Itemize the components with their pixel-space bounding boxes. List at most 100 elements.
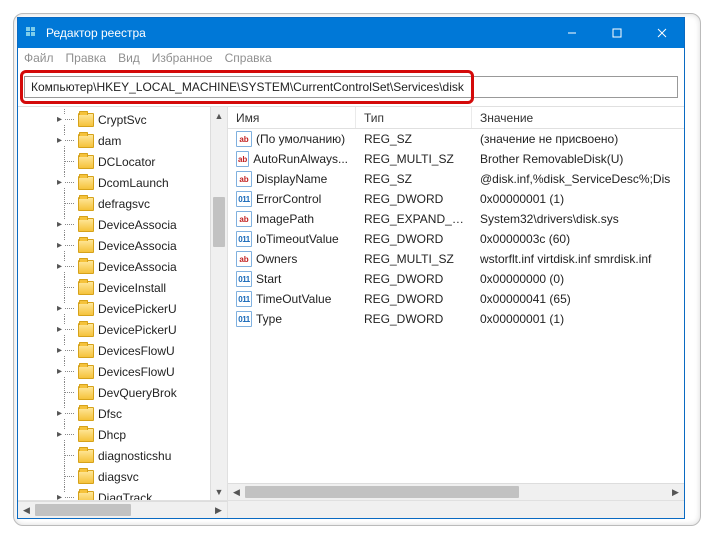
- value-row[interactable]: abAutoRunAlways...REG_MULTI_SZBrother Re…: [228, 149, 684, 169]
- value-type: REG_MULTI_SZ: [356, 152, 472, 166]
- column-data[interactable]: Значение: [472, 107, 714, 128]
- tree-vertical-scrollbar[interactable]: ▲ ▼: [210, 107, 227, 500]
- minimize-button[interactable]: [549, 18, 594, 48]
- value-row[interactable]: abDisplayNameREG_SZ@disk.inf,%disk_Servi…: [228, 169, 684, 189]
- menu-file[interactable]: Файл: [24, 51, 54, 65]
- tree-item[interactable]: ▸DevicePickerU: [26, 319, 210, 340]
- string-value-icon: ab: [236, 151, 249, 167]
- scroll-thumb[interactable]: [213, 197, 225, 247]
- chevron-right-icon[interactable]: ▸: [54, 492, 65, 500]
- value-type: REG_EXPAND_SZ: [356, 212, 472, 226]
- value-data: 0x0000003c (60): [472, 232, 684, 246]
- chevron-right-icon[interactable]: ▸: [54, 114, 65, 125]
- tree-item[interactable]: ▸DevicesFlowU: [26, 361, 210, 382]
- chevron-right-icon[interactable]: ▸: [54, 135, 65, 146]
- maximize-button[interactable]: [594, 18, 639, 48]
- value-row[interactable]: 011TimeOutValueREG_DWORD0x00000041 (65): [228, 289, 684, 309]
- tree-item[interactable]: ▸dam: [26, 130, 210, 151]
- value-row[interactable]: abImagePathREG_EXPAND_SZSystem32\drivers…: [228, 209, 684, 229]
- menu-edit[interactable]: Правка: [66, 51, 107, 65]
- tree-item-label: DevicesFlowU: [98, 344, 175, 358]
- chevron-right-icon[interactable]: ▸: [54, 177, 65, 188]
- scroll-left-icon[interactable]: ◀: [228, 484, 245, 500]
- values-header: Имя Тип Значение: [228, 107, 684, 129]
- value-type: REG_DWORD: [356, 272, 472, 286]
- value-name: DisplayName: [256, 172, 327, 186]
- tree-item[interactable]: ▸DiagTrack: [26, 487, 210, 500]
- value-row[interactable]: 011ErrorControlREG_DWORD0x00000001 (1): [228, 189, 684, 209]
- folder-icon: [78, 218, 94, 232]
- chevron-right-icon[interactable]: ▸: [54, 324, 65, 335]
- tree-view[interactable]: ▸ CryptSvc ▸damDCLocator▸DcomLaunchdefrags…: [18, 107, 210, 500]
- chevron-right-icon[interactable]: ▸: [54, 240, 65, 251]
- scroll-thumb[interactable]: [245, 486, 519, 498]
- chevron-right-icon[interactable]: ▸: [54, 303, 65, 314]
- titlebar[interactable]: Редактор реестра: [18, 18, 684, 48]
- scroll-right-icon[interactable]: ▶: [667, 484, 684, 500]
- chevron-right-icon[interactable]: ▸: [54, 261, 65, 272]
- main-area: ▸ CryptSvc ▸damDCLocator▸DcomLaunchdefrags…: [18, 106, 684, 500]
- tree-item[interactable]: ▸Dhcp: [26, 424, 210, 445]
- values-horizontal-scrollbar[interactable]: ◀ ▶: [228, 483, 684, 500]
- tree-item[interactable]: DeviceInstall: [26, 277, 210, 298]
- chevron-right-icon[interactable]: ▸: [54, 219, 65, 230]
- tree-item-label: CryptSvc: [98, 113, 147, 127]
- chevron-right-icon[interactable]: ▸: [54, 366, 65, 377]
- chevron-right-icon[interactable]: ▸: [54, 408, 65, 419]
- scroll-left-icon[interactable]: ◀: [18, 502, 35, 518]
- tree-item[interactable]: ▸ DevicesFlowU: [26, 340, 210, 361]
- folder-icon: [78, 470, 94, 484]
- chevron-right-icon[interactable]: ▸: [54, 429, 65, 440]
- tree-item[interactable]: ▸DevicePickerU: [26, 298, 210, 319]
- value-row[interactable]: 011IoTimeoutValueREG_DWORD0x0000003c (60…: [228, 229, 684, 249]
- address-input[interactable]: [24, 76, 678, 98]
- column-type[interactable]: Тип: [356, 107, 472, 128]
- scroll-down-icon[interactable]: ▼: [211, 483, 227, 500]
- tree-item[interactable]: diagnosticshu: [26, 445, 210, 466]
- value-row[interactable]: abOwnersREG_MULTI_SZwstorflt.inf virtdis…: [228, 249, 684, 269]
- folder-icon: [78, 386, 94, 400]
- value-name: Start: [256, 272, 281, 286]
- values-list[interactable]: ab(По умолчанию)REG_SZ(значение не присв…: [228, 129, 684, 483]
- tree-item-label: DevQueryBrok: [98, 386, 177, 400]
- menubar: Файл Правка Вид Избранное Справка: [18, 48, 684, 68]
- value-row[interactable]: 011StartREG_DWORD0x00000000 (0): [228, 269, 684, 289]
- values-pane: Имя Тип Значение ab(По умолчанию)REG_SZ(…: [228, 107, 684, 500]
- folder-icon: [78, 491, 94, 501]
- close-button[interactable]: [639, 18, 684, 48]
- chevron-right-icon[interactable]: ▸: [54, 345, 65, 356]
- tree-item[interactable]: ▸DeviceAssocia: [26, 214, 210, 235]
- column-name[interactable]: Имя: [228, 107, 356, 128]
- menu-help[interactable]: Справка: [225, 51, 272, 65]
- value-type: REG_DWORD: [356, 312, 472, 326]
- address-bar-container: [18, 68, 684, 106]
- tree-item[interactable]: ▸DeviceAssocia: [26, 256, 210, 277]
- tree-horizontal-scrollbar[interactable]: ◀ ▶: [18, 501, 228, 518]
- menu-view[interactable]: Вид: [118, 51, 140, 65]
- value-data: 0x00000041 (65): [472, 292, 684, 306]
- folder-icon: [78, 176, 94, 190]
- registry-editor-window: Редактор реестра Файл Правка Вид Избранн…: [17, 17, 685, 519]
- value-type: REG_DWORD: [356, 192, 472, 206]
- menu-favorites[interactable]: Избранное: [152, 51, 213, 65]
- tree-item[interactable]: ▸DcomLaunch: [26, 172, 210, 193]
- window-title: Редактор реестра: [46, 26, 549, 40]
- tree-item[interactable]: DCLocator: [26, 151, 210, 172]
- tree-item[interactable]: DevQueryBrok: [26, 382, 210, 403]
- string-value-icon: ab: [236, 251, 252, 267]
- tree-item[interactable]: ▸DeviceAssocia: [26, 235, 210, 256]
- scroll-up-icon[interactable]: ▲: [211, 107, 227, 124]
- value-type: REG_DWORD: [356, 232, 472, 246]
- value-row[interactable]: 011TypeREG_DWORD0x00000001 (1): [228, 309, 684, 329]
- binary-value-icon: 011: [236, 311, 252, 327]
- value-row[interactable]: ab(По умолчанию)REG_SZ(значение не присв…: [228, 129, 684, 149]
- value-name: Type: [256, 312, 282, 326]
- tree-item[interactable]: defragsvc: [26, 193, 210, 214]
- folder-icon: [78, 407, 94, 421]
- tree-item[interactable]: ▸Dfsc: [26, 403, 210, 424]
- scroll-thumb[interactable]: [35, 504, 131, 516]
- tree-item[interactable]: diagsvc: [26, 466, 210, 487]
- scroll-right-icon[interactable]: ▶: [210, 502, 227, 518]
- tree-item[interactable]: ▸ CryptSvc: [26, 109, 210, 130]
- value-type: REG_SZ: [356, 172, 472, 186]
